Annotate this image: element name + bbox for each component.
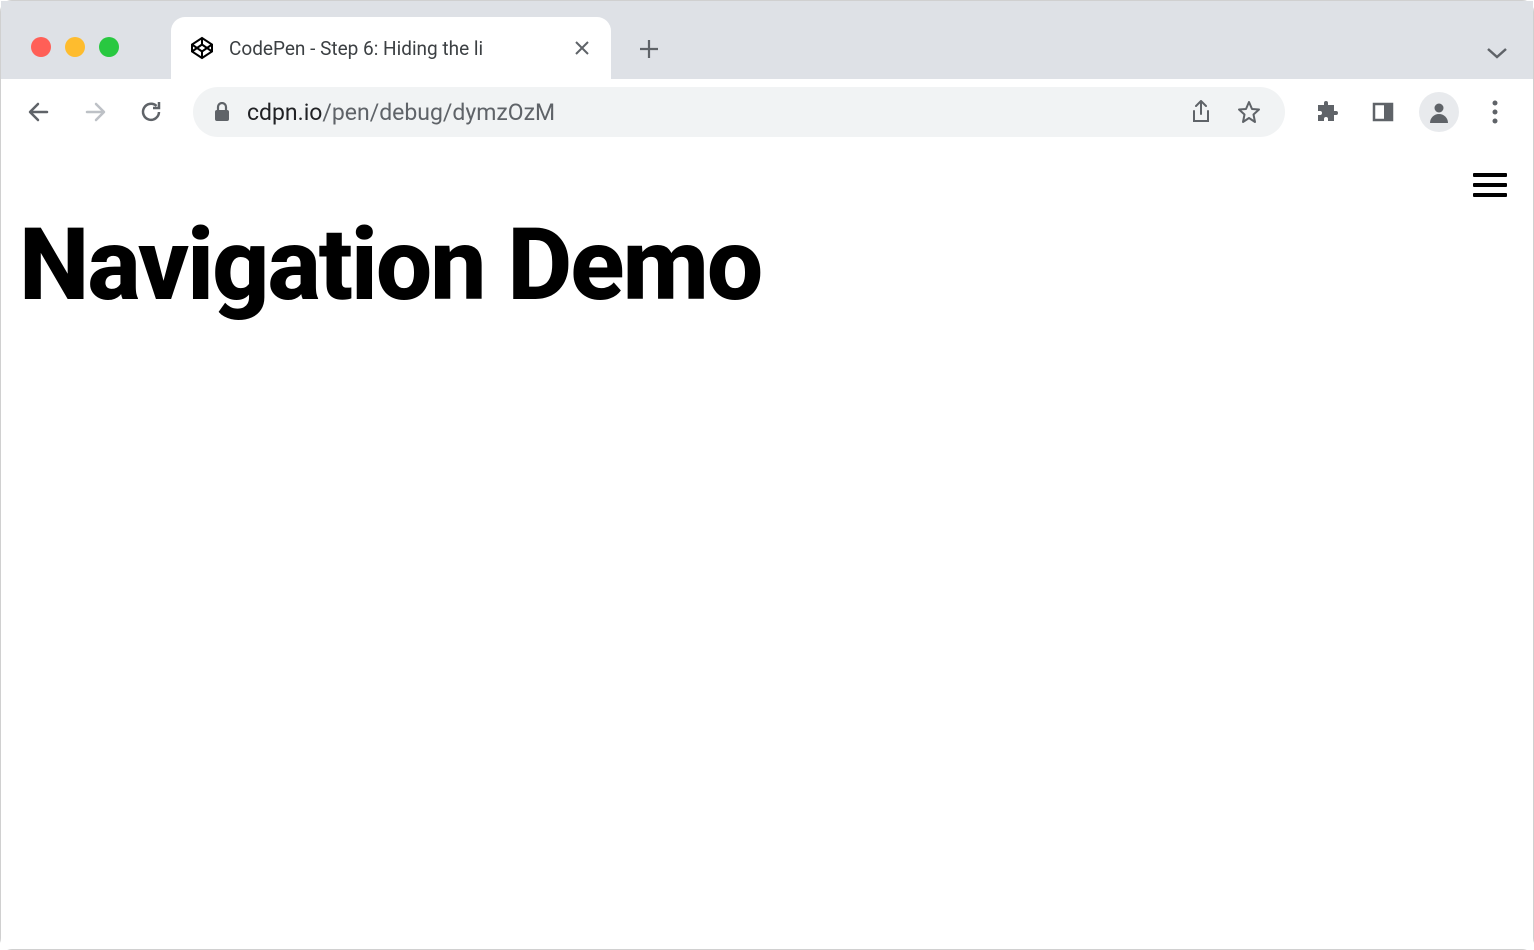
page-content: Navigation Demo <box>1 145 1533 949</box>
codepen-icon <box>189 35 215 61</box>
forward-button[interactable] <box>71 88 119 136</box>
tab-title: CodePen - Step 6: Hiding the li <box>229 37 557 60</box>
close-window-button[interactable] <box>31 37 51 57</box>
menu-button[interactable] <box>1471 88 1519 136</box>
bookmark-button[interactable] <box>1233 96 1265 128</box>
lock-icon <box>213 102 231 122</box>
tabs-dropdown-button[interactable] <box>1481 37 1513 69</box>
window-controls <box>31 37 119 57</box>
share-button[interactable] <box>1185 96 1217 128</box>
tab-strip: CodePen - Step 6: Hiding the li <box>1 1 1533 79</box>
hamburger-icon <box>1473 173 1507 177</box>
maximize-window-button[interactable] <box>99 37 119 57</box>
url-path: /pen/debug/dymzOzM <box>322 99 555 126</box>
extensions-button[interactable] <box>1303 88 1351 136</box>
url-text: cdpn.io/pen/debug/dymzOzM <box>247 99 1169 126</box>
profile-button[interactable] <box>1419 92 1459 132</box>
url-domain: cdpn.io <box>247 99 322 126</box>
browser-chrome: CodePen - Step 6: Hiding the li <box>1 1 1533 145</box>
page-heading: Navigation Demo <box>19 211 1515 321</box>
new-tab-button[interactable] <box>627 27 671 71</box>
close-tab-button[interactable] <box>571 37 593 59</box>
browser-tab[interactable]: CodePen - Step 6: Hiding the li <box>171 17 611 79</box>
address-bar[interactable]: cdpn.io/pen/debug/dymzOzM <box>193 87 1285 137</box>
hamburger-menu-button[interactable] <box>1473 173 1507 197</box>
side-panel-button[interactable] <box>1359 88 1407 136</box>
back-button[interactable] <box>15 88 63 136</box>
reload-button[interactable] <box>127 88 175 136</box>
browser-toolbar: cdpn.io/pen/debug/dymzOzM <box>1 79 1533 145</box>
minimize-window-button[interactable] <box>65 37 85 57</box>
